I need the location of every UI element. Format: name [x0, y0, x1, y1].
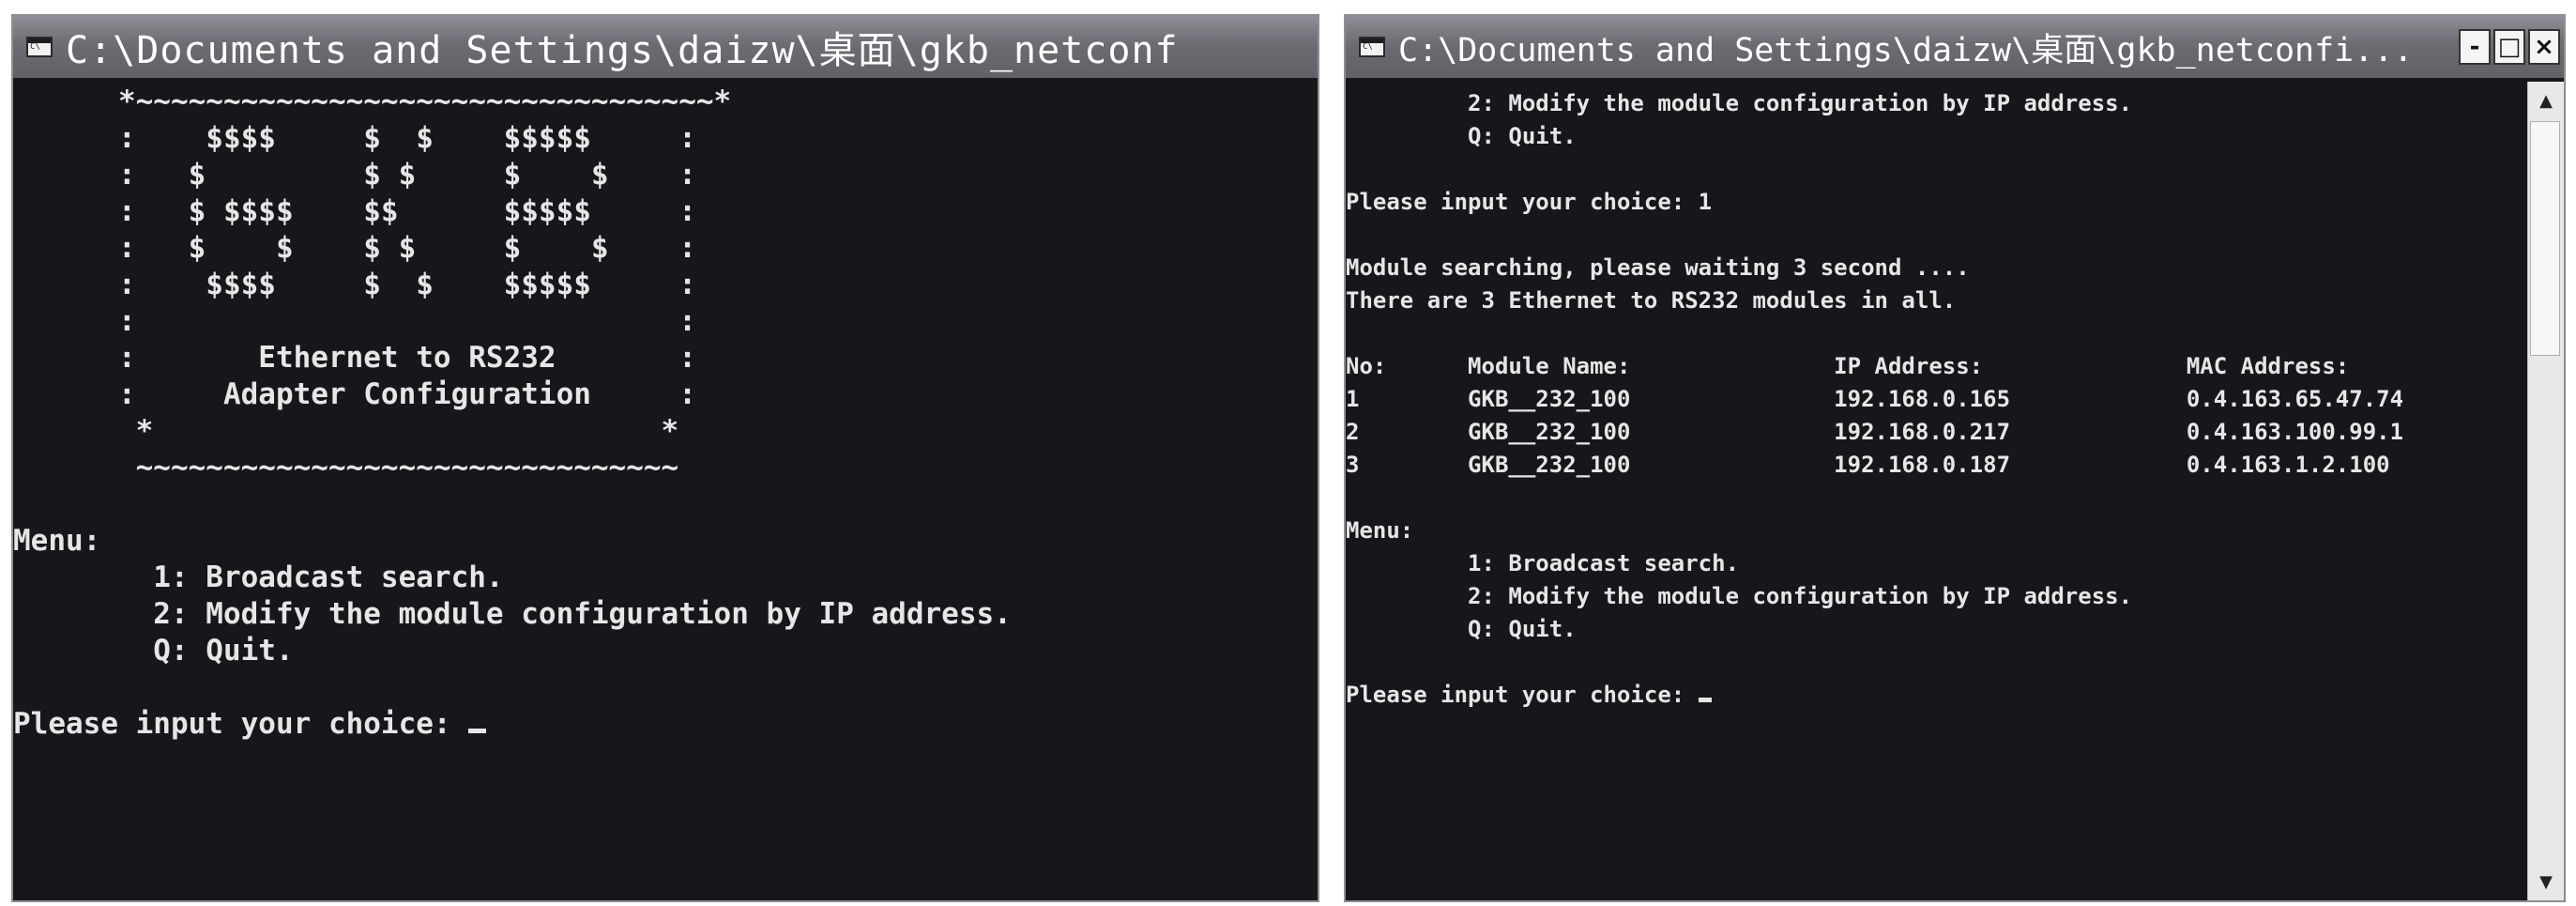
vertical-scrollbar[interactable]: ▲ ▼ — [2527, 82, 2564, 900]
minimize-button[interactable]: - — [2459, 29, 2491, 65]
text-cursor — [468, 729, 486, 733]
console-line: : Adapter Configuration : — [13, 377, 696, 411]
console-line: : $$$$ $ $ $$$$$ : — [13, 268, 696, 301]
maximize-button[interactable]: □ — [2493, 29, 2525, 65]
console-line: : $ $ $ $ $ $ : — [13, 231, 696, 265]
console-line: 1 GKB__232_100 192.168.0.165 0.4.163.65.… — [1346, 386, 2404, 412]
console-line: Q: Quit. — [1346, 616, 1577, 642]
console-line: : : — [13, 304, 696, 338]
console-line: * * — [13, 414, 679, 448]
console-line: : $ $$$$ $$ $$$$$ : — [13, 194, 696, 228]
console-line: Please input your choice: — [1346, 682, 1699, 708]
console-line: : $ $ $ $ $ : — [13, 158, 696, 192]
console-app-icon[interactable] — [26, 37, 53, 57]
window-controls: - □ × — [2459, 29, 2560, 65]
console-line: 3 GKB__232_100 192.168.0.187 0.4.163.1.2… — [1346, 452, 2390, 478]
console-line: 1: Broadcast search. — [1346, 550, 1740, 576]
title-bar[interactable]: C:\Documents and Settings\daizw\桌面\gkb_n… — [1346, 16, 2564, 78]
console-line: ~~~~~~~~~~~~~~~~~~~~~~~~~~~~~~~ — [13, 451, 679, 484]
console-window-right[interactable]: C:\Documents and Settings\daizw\桌面\gkb_n… — [1344, 14, 2566, 902]
console-line: 2: Modify the module configuration by IP… — [1346, 583, 2133, 609]
console-line: *~~~~~~~~~~~~~~~~~~~~~~~~~~~~~~~~~* — [13, 84, 732, 118]
close-button[interactable]: × — [2528, 29, 2560, 65]
console-output[interactable]: *~~~~~~~~~~~~~~~~~~~~~~~~~~~~~~~~~* : $$… — [13, 82, 1318, 900]
console-line: Q: Quit. — [1346, 123, 1577, 149]
console-line: Q: Quit. — [13, 634, 294, 668]
console-line: : $$$$ $ $ $$$$$ : — [13, 121, 696, 155]
console-line: Please input your choice: 1 — [1346, 189, 1713, 215]
console-line: 2: Modify the module configuration by IP… — [1346, 90, 2133, 116]
title-bar[interactable]: C:\Documents and Settings\daizw\桌面\gkb_n… — [13, 16, 1318, 78]
console-line: Menu: — [1346, 517, 1414, 544]
console-line: Menu: — [13, 524, 101, 558]
console-line: 2: Modify the module configuration by IP… — [13, 597, 1012, 631]
console-line: Please input your choice: — [13, 707, 469, 741]
text-cursor — [1698, 698, 1713, 702]
console-line: : Ethernet to RS232 : — [13, 341, 696, 375]
console-line: Module searching, please waiting 3 secon… — [1346, 254, 1970, 281]
window-title: C:\Documents and Settings\daizw\桌面\gkb_n… — [66, 29, 1179, 72]
console-window-left[interactable]: C:\Documents and Settings\daizw\桌面\gkb_n… — [11, 14, 1319, 902]
console-line: No: Module Name: IP Address: MAC Address… — [1346, 353, 2350, 379]
window-title: C:\Documents and Settings\daizw\桌面\gkb_n… — [1398, 31, 2414, 69]
scroll-down-arrow-icon[interactable]: ▼ — [2528, 863, 2564, 900]
console-line: There are 3 Ethernet to RS232 modules in… — [1346, 287, 1957, 314]
console-output[interactable]: 2: Modify the module configuration by IP… — [1346, 82, 2524, 900]
scroll-up-arrow-icon[interactable]: ▲ — [2528, 82, 2564, 119]
scrollbar-thumb[interactable] — [2530, 121, 2560, 356]
console-app-icon[interactable] — [1359, 37, 1385, 57]
console-line: 1: Broadcast search. — [13, 560, 504, 594]
console-line: 2 GKB__232_100 192.168.0.217 0.4.163.100… — [1346, 419, 2404, 445]
